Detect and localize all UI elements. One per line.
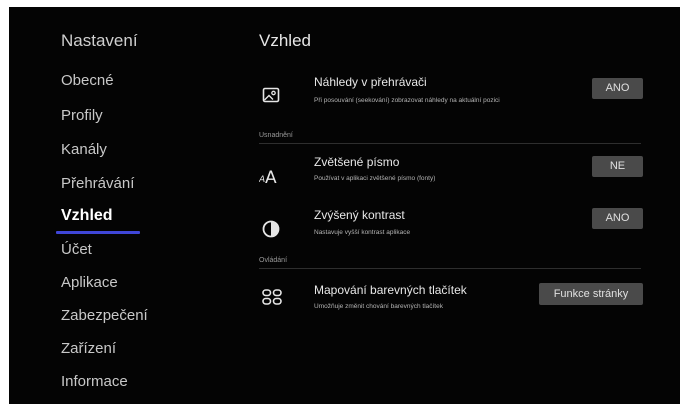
section-label-accessibility: Usnadnění xyxy=(259,132,293,139)
sidebar-item-zabezpeceni[interactable]: Zabezpečení xyxy=(61,307,148,324)
sidebar-item-kanaly[interactable]: Kanály xyxy=(61,141,107,158)
font-size-icon: A A xyxy=(259,168,277,184)
setting-description: Nastavuje vyšší kontrast aplikace xyxy=(314,229,411,236)
previews-toggle-button[interactable]: ANO xyxy=(592,78,643,99)
setting-title: Mapování barevných tlačítek xyxy=(314,283,467,297)
sidebar-item-informace[interactable]: Informace xyxy=(61,373,128,390)
sidebar-item-obecne[interactable]: Obecné xyxy=(61,72,114,89)
toggle-value: NE xyxy=(609,160,626,172)
section-divider xyxy=(259,143,641,144)
color-buttons-mapping-button[interactable]: Funkce stránky xyxy=(539,283,643,305)
sidebar-item-ucet[interactable]: Účet xyxy=(61,241,92,258)
tv-settings-screen: Nastavení Obecné Profily Kanály Přehrává… xyxy=(9,7,680,404)
settings-sidebar: Nastavení Obecné Profily Kanály Přehrává… xyxy=(9,7,239,404)
sidebar-title: Nastavení xyxy=(61,31,138,50)
toggle-value: ANO xyxy=(605,82,630,94)
sidebar-item-prehravani[interactable]: Přehrávání xyxy=(61,175,134,192)
sidebar-item-aplikace[interactable]: Aplikace xyxy=(61,274,118,291)
sidebar-item-zarizeni[interactable]: Zařízení xyxy=(61,340,116,357)
button-value: Funkce stránky xyxy=(553,288,629,300)
setting-title: Zvýšený kontrast xyxy=(314,208,405,222)
setting-title: Zvětšené písmo xyxy=(314,155,400,169)
svg-text:A: A xyxy=(265,168,277,184)
section-label-controls: Ovládání xyxy=(259,257,288,264)
page-title: Vzhled xyxy=(259,31,311,50)
high-contrast-toggle-button[interactable]: ANO xyxy=(592,208,643,229)
active-item-underline xyxy=(56,231,140,234)
grid-buttons-icon xyxy=(262,289,282,305)
setting-description: Umožňuje změnit chování barevných tlačít… xyxy=(314,303,443,310)
toggle-value: ANO xyxy=(605,212,630,224)
setting-description: Při posouvání (seekování) zobrazovat náh… xyxy=(314,97,500,104)
sidebar-item-profily[interactable]: Profily xyxy=(61,107,103,124)
large-font-toggle-button[interactable]: NE xyxy=(592,156,643,177)
sidebar-item-vzhled[interactable]: Vzhled xyxy=(61,207,113,225)
contrast-icon xyxy=(262,220,280,238)
setting-description: Používat v aplikaci zvětšené písmo (font… xyxy=(314,175,436,182)
image-icon xyxy=(262,87,280,103)
section-divider xyxy=(259,268,641,269)
setting-title: Náhledy v přehrávači xyxy=(314,75,427,89)
